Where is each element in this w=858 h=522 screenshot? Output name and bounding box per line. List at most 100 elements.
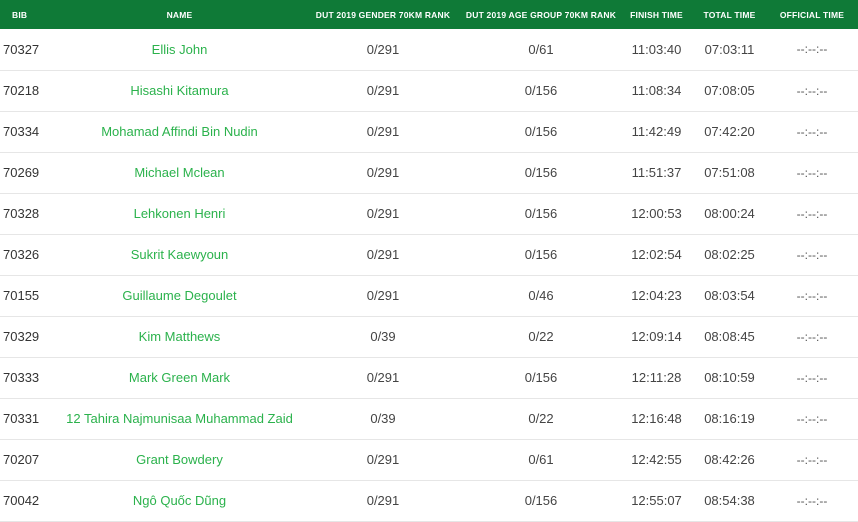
table-row[interactable]: 70218 Hisashi Kitamura 0/291 0/156 11:08:34 0… — [0, 70, 858, 111]
finish-time-cell: 11:03:40 — [631, 41, 682, 57]
table-row[interactable]: 70334 Mohamad Affindi Bin Nudin 0/291 0/156… — [0, 111, 858, 152]
official-time-cell: --:--:-- — [796, 206, 828, 221]
age-rank-cell: 0/22 — [528, 411, 554, 426]
gender-rank-cell: 0/39 — [370, 411, 396, 426]
table-row[interactable]: 70329 Kim Matthews 0/39 0/22 12:09:14 08:08:4… — [0, 316, 858, 357]
total-time-cell: 08:16:19 — [704, 411, 755, 426]
runner-name-link[interactable]: Mark Green Mark — [55, 357, 304, 398]
bib-cell: 70269 — [3, 165, 40, 180]
runner-name-link[interactable]: Hisashi Kitamura — [55, 70, 304, 111]
runner-name-link[interactable]: Mohamad Affindi Bin Nudin — [55, 111, 304, 152]
header-bib[interactable]: BIB — [0, 0, 55, 29]
finish-time-cell: 12:02:54 — [631, 247, 682, 262]
official-time-cell: --:--:-- — [796, 124, 828, 139]
total-time-cell: 08:02:25 — [704, 247, 755, 262]
bib-cell: 70329 — [3, 329, 40, 344]
table-row[interactable]: 70328 Lehkonen Henri 0/291 0/156 12:00:53 08:… — [0, 193, 858, 234]
gender-rank-cell: 0/291 — [366, 288, 400, 303]
finish-time-cell: 11:08:34 — [631, 83, 682, 98]
runner-name-link[interactable]: Ellis John — [55, 29, 304, 70]
bib-cell: 70328 — [3, 206, 40, 221]
gender-rank-cell: 0/291 — [366, 493, 400, 508]
official-time-cell: --:--:-- — [796, 42, 828, 57]
runner-name-link[interactable]: Ngô Quốc Dũng — [55, 480, 304, 521]
total-time-cell: 07:03:11 — [704, 41, 755, 57]
total-time-cell: 07:51:08 — [704, 165, 755, 180]
gender-rank-cell: 0/291 — [366, 83, 400, 98]
age-rank-cell: 0/22 — [528, 329, 554, 344]
total-time-cell: 08:42:26 — [704, 452, 755, 467]
bib-cell: 70334 — [3, 124, 40, 139]
table-row[interactable]: 70207 Grant Bowdery 0/291 0/61 12:42:55 08:42… — [0, 439, 858, 480]
age-rank-cell: 0/156 — [524, 206, 558, 221]
runner-name-link[interactable]: Michael Mclean — [55, 152, 304, 193]
bib-cell: 70327 — [3, 41, 40, 57]
header-age-rank[interactable]: DUT 2019 AGE GROUP 70KM RANK — [462, 0, 620, 29]
runner-name-link[interactable]: 12 Tahira Najmunisaa Muhammad Zaid — [55, 398, 304, 439]
table-row[interactable]: 70333 Mark Green Mark 0/291 0/156 12:11:28 08… — [0, 357, 858, 398]
runner-name-link[interactable]: Kim Matthews — [55, 316, 304, 357]
total-time-cell: 08:08:45 — [704, 329, 755, 344]
table-row[interactable]: 70042 Ngô Quốc Dũng 0/291 0/156 12:55:07 08:5… — [0, 480, 858, 521]
official-time-cell: --:--:-- — [796, 329, 828, 344]
results-table: BIB NAME DUT 2019 GENDER 70KM RANK DUT 2… — [0, 0, 858, 522]
total-time-cell: 07:42:20 — [704, 124, 755, 139]
gender-rank-cell: 0/291 — [366, 370, 400, 385]
age-rank-cell: 0/156 — [524, 247, 558, 262]
official-time-cell: --:--:-- — [796, 165, 828, 180]
finish-time-cell: 12:00:53 — [631, 206, 682, 221]
age-rank-cell: 0/61 — [528, 452, 554, 467]
gender-rank-cell: 0/291 — [366, 206, 400, 221]
bib-cell: 70155 — [3, 288, 40, 303]
header-gender-rank[interactable]: DUT 2019 GENDER 70KM RANK — [304, 0, 462, 29]
gender-rank-cell: 0/291 — [366, 247, 400, 262]
age-rank-cell: 0/156 — [524, 165, 558, 180]
table-row[interactable]: 70331 12 Tahira Najmunisaa Muhammad Zaid 0… — [0, 398, 858, 439]
table-row[interactable]: 70326 Sukrit Kaewyoun 0/291 0/156 12:02:54 08… — [0, 234, 858, 275]
bib-cell: 70042 — [3, 493, 40, 508]
finish-time-cell: 11:51:37 — [631, 165, 682, 180]
header-name[interactable]: NAME — [55, 0, 304, 29]
table-row[interactable]: 70269 Michael Mclean 0/291 0/156 11:51:37 07:… — [0, 152, 858, 193]
total-time-cell: 07:08:05 — [704, 83, 755, 98]
official-time-cell: --:--:-- — [796, 411, 828, 426]
age-rank-cell: 0/156 — [524, 493, 558, 508]
bib-cell: 70333 — [3, 370, 40, 385]
finish-time-cell: 12:04:23 — [631, 288, 682, 303]
gender-rank-cell: 0/291 — [366, 124, 400, 139]
finish-time-cell: 12:11:28 — [631, 370, 682, 385]
runner-name-link[interactable]: Grant Bowdery — [55, 439, 304, 480]
results-body: 70327 Ellis John 0/291 0/61 11:03:40 07:03:11… — [0, 29, 858, 521]
header-official-time[interactable]: OFFICIAL TIME — [766, 0, 858, 29]
gender-rank-cell: 0/291 — [366, 41, 400, 57]
runner-name-link[interactable]: Guillaume Degoulet — [55, 275, 304, 316]
table-row[interactable]: 70327 Ellis John 0/291 0/61 11:03:40 07:03:11… — [0, 29, 858, 70]
official-time-cell: --:--:-- — [796, 493, 828, 508]
header-finish-time[interactable]: FINISH TIME — [620, 0, 693, 29]
age-rank-cell: 0/61 — [528, 41, 554, 57]
official-time-cell: --:--:-- — [796, 370, 828, 385]
header-total-time[interactable]: TOTAL TIME — [693, 0, 766, 29]
age-rank-cell: 0/46 — [528, 288, 554, 303]
total-time-cell: 08:54:38 — [704, 493, 755, 508]
official-time-cell: --:--:-- — [796, 247, 828, 262]
finish-time-cell: 11:42:49 — [631, 124, 682, 139]
finish-time-cell: 12:09:14 — [631, 329, 682, 344]
runner-name-link[interactable]: Lehkonen Henri — [55, 193, 304, 234]
finish-time-cell: 12:42:55 — [631, 452, 682, 467]
runner-name-link[interactable]: Sukrit Kaewyoun — [55, 234, 304, 275]
gender-rank-cell: 0/291 — [366, 452, 400, 467]
table-row[interactable]: 70155 Guillaume Degoulet 0/291 0/46 12:04:23… — [0, 275, 858, 316]
official-time-cell: --:--:-- — [796, 288, 828, 303]
total-time-cell: 08:00:24 — [704, 206, 755, 221]
finish-time-cell: 12:16:48 — [631, 411, 682, 426]
finish-time-cell: 12:55:07 — [631, 493, 682, 508]
bib-cell: 70207 — [3, 452, 40, 467]
total-time-cell: 08:10:59 — [704, 370, 755, 385]
age-rank-cell: 0/156 — [524, 370, 558, 385]
age-rank-cell: 0/156 — [524, 124, 558, 139]
header-row: BIB NAME DUT 2019 GENDER 70KM RANK DUT 2… — [0, 0, 858, 29]
gender-rank-cell: 0/291 — [366, 165, 400, 180]
bib-cell: 70326 — [3, 247, 40, 262]
gender-rank-cell: 0/39 — [370, 329, 396, 344]
